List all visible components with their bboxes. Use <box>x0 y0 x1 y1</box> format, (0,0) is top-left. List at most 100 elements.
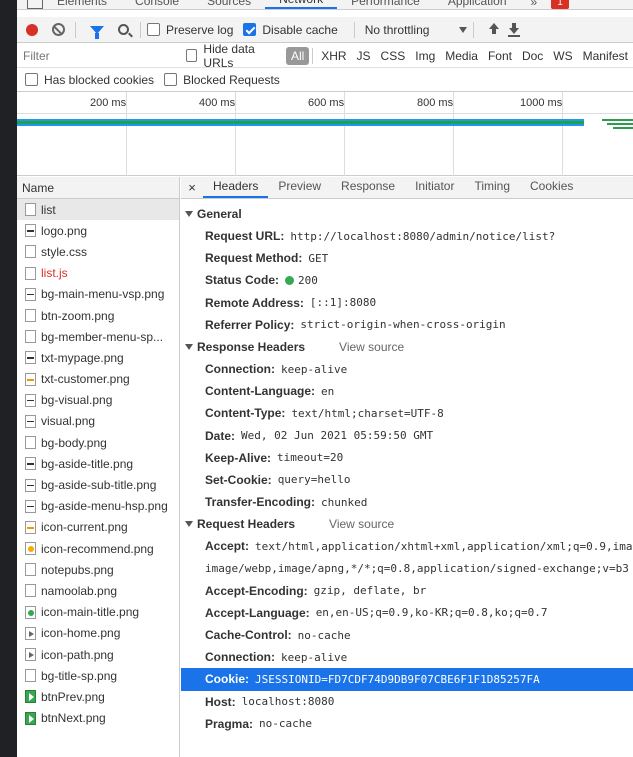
type-filter-all[interactable]: All <box>285 46 310 65</box>
type-filter-font[interactable]: Font <box>483 47 517 65</box>
request-row[interactable]: logo.png <box>17 220 179 241</box>
request-row[interactable]: notepubs.png <box>17 559 179 580</box>
tab-response[interactable]: Response <box>331 177 405 198</box>
request-row[interactable]: btn-zoom.png <box>17 305 179 326</box>
request-row[interactable]: bg-main-menu-vsp.png <box>17 284 179 305</box>
request-row[interactable]: list <box>17 199 179 221</box>
request-name: btnPrev.png <box>41 689 105 704</box>
file-img-icon <box>25 499 36 513</box>
status-ok-icon <box>285 275 295 285</box>
request-row[interactable]: visual.png <box>17 411 179 432</box>
request-row[interactable]: list.js <box>17 263 179 284</box>
request-row[interactable]: icon-home.png <box>17 623 179 644</box>
filter-input[interactable] <box>17 44 178 67</box>
header-value: http://localhost:8080/admin/notice/list? <box>290 229 556 243</box>
throttling-select[interactable]: No throttling <box>365 23 468 37</box>
view-source-link[interactable]: View source <box>329 517 394 531</box>
triangle-down-icon <box>185 343 193 350</box>
disable-cache-label: Disable cache <box>262 22 338 37</box>
request-row[interactable]: bg-aside-menu-hsp.png <box>17 496 179 517</box>
tick-label: 400 ms <box>199 97 236 109</box>
network-overview[interactable]: 200 ms 400 ms 600 ms 800 ms 1000 ms <box>17 92 633 176</box>
response-headers-section-header[interactable]: Response Headers View source <box>181 336 633 358</box>
tab-timing[interactable]: Timing <box>464 177 520 198</box>
checkbox-unchecked[interactable] <box>186 49 198 62</box>
tick-line <box>126 92 127 176</box>
disable-cache-checkbox[interactable]: Disable cache <box>243 22 338 37</box>
header-row-selected[interactable]: Cookie: JSESSIONID=FD7CDF74D9DB9F07CBE6F1… <box>181 668 633 691</box>
tick-label: 200 ms <box>90 97 127 109</box>
request-row[interactable]: icon-current.png <box>17 517 179 538</box>
tab-console[interactable]: Console <box>121 0 193 9</box>
search-button[interactable] <box>112 19 134 41</box>
request-row[interactable]: bg-aside-title.png <box>17 453 179 474</box>
request-row[interactable]: btnPrev.png <box>17 686 179 707</box>
error-badge[interactable]: 1 <box>551 0 569 9</box>
request-row[interactable]: icon-path.png <box>17 644 179 665</box>
waterfall-bar <box>613 127 633 129</box>
header-key: Connection: <box>205 362 275 377</box>
inspect-icon[interactable] <box>27 0 43 9</box>
general-section-header[interactable]: General <box>181 203 633 225</box>
checkbox-checked[interactable] <box>243 23 257 36</box>
header-row: Set-Cookie: query=hello <box>181 469 633 491</box>
request-row[interactable]: txt-mypage.png <box>17 347 179 368</box>
type-filter-js[interactable]: JS <box>352 47 376 65</box>
view-source-link[interactable]: View source <box>339 340 404 354</box>
request-row[interactable]: txt-customer.png <box>17 369 179 390</box>
type-filter-xhr[interactable]: XHR <box>316 47 351 65</box>
file-green-icon <box>25 605 36 619</box>
export-har-icon[interactable] <box>508 23 521 37</box>
file-img-icon <box>25 414 36 428</box>
blocked-requests-checkbox[interactable]: Blocked Requests <box>164 73 280 87</box>
header-key: Content-Language: <box>205 384 315 399</box>
request-headers-section-header[interactable]: Request Headers View source <box>181 513 633 535</box>
tab-elements[interactable]: Elements <box>43 0 121 9</box>
type-filter-css[interactable]: CSS <box>376 47 411 65</box>
request-row[interactable]: icon-main-title.png <box>17 602 179 623</box>
tab-headers[interactable]: Headers <box>203 177 269 198</box>
tab-performance[interactable]: Performance <box>337 0 434 9</box>
filter-toggle-button[interactable] <box>86 19 108 41</box>
header-key: Cache-Control: <box>205 628 292 643</box>
file-img-icon <box>25 287 36 301</box>
checkbox-unchecked[interactable] <box>147 23 160 36</box>
tab-initiator[interactable]: Initiator <box>405 177 464 198</box>
request-row[interactable]: bg-member-menu-sp... <box>17 326 179 347</box>
preserve-log-checkbox[interactable]: Preserve log <box>147 23 233 37</box>
hide-data-urls-checkbox[interactable]: Hide data URLs <box>186 42 276 70</box>
request-row[interactable]: namoolab.png <box>17 580 179 601</box>
has-blocked-cookies-checkbox[interactable]: Has blocked cookies <box>25 73 154 87</box>
request-row[interactable]: style.css <box>17 241 179 262</box>
request-row[interactable]: icon-recommend.png <box>17 538 179 559</box>
tab-network[interactable]: Network <box>265 0 338 9</box>
header-key: Connection: <box>205 650 275 665</box>
header-key: Cookie: <box>205 672 250 687</box>
request-row[interactable]: bg-body.png <box>17 432 179 453</box>
tab-sources[interactable]: Sources <box>193 0 265 9</box>
close-icon[interactable]: × <box>181 177 203 198</box>
request-row[interactable]: bg-visual.png <box>17 390 179 411</box>
clear-button[interactable] <box>47 19 69 41</box>
request-row[interactable]: bg-title-sp.png <box>17 665 179 686</box>
tab-cookies[interactable]: Cookies <box>520 177 583 198</box>
request-row[interactable]: bg-aside-sub-title.png <box>17 474 179 495</box>
type-filter-manifest[interactable]: Manifest <box>578 47 633 65</box>
type-filter-ws[interactable]: WS <box>548 47 577 65</box>
file-img-icon <box>25 457 36 471</box>
name-column-header[interactable]: Name <box>17 177 179 199</box>
more-tabs-button[interactable]: » <box>521 0 548 9</box>
checkbox-unchecked[interactable] <box>164 73 178 86</box>
header-row: Pragma: no-cache <box>181 713 633 735</box>
import-har-icon[interactable] <box>488 23 500 36</box>
checkbox-unchecked[interactable] <box>25 73 38 86</box>
record-button[interactable] <box>21 19 43 41</box>
type-filter-media[interactable]: Media <box>440 47 483 65</box>
tab-preview[interactable]: Preview <box>268 177 331 198</box>
tab-application[interactable]: Application <box>434 0 521 9</box>
type-filter-img[interactable]: Img <box>410 47 440 65</box>
request-row[interactable]: btnNext.png <box>17 708 179 729</box>
type-filter-doc[interactable]: Doc <box>517 47 548 65</box>
file-doc-icon <box>25 245 36 259</box>
header-value: en,en-US;q=0.9,ko-KR;q=0.8,ko;q=0.7 <box>315 606 548 620</box>
